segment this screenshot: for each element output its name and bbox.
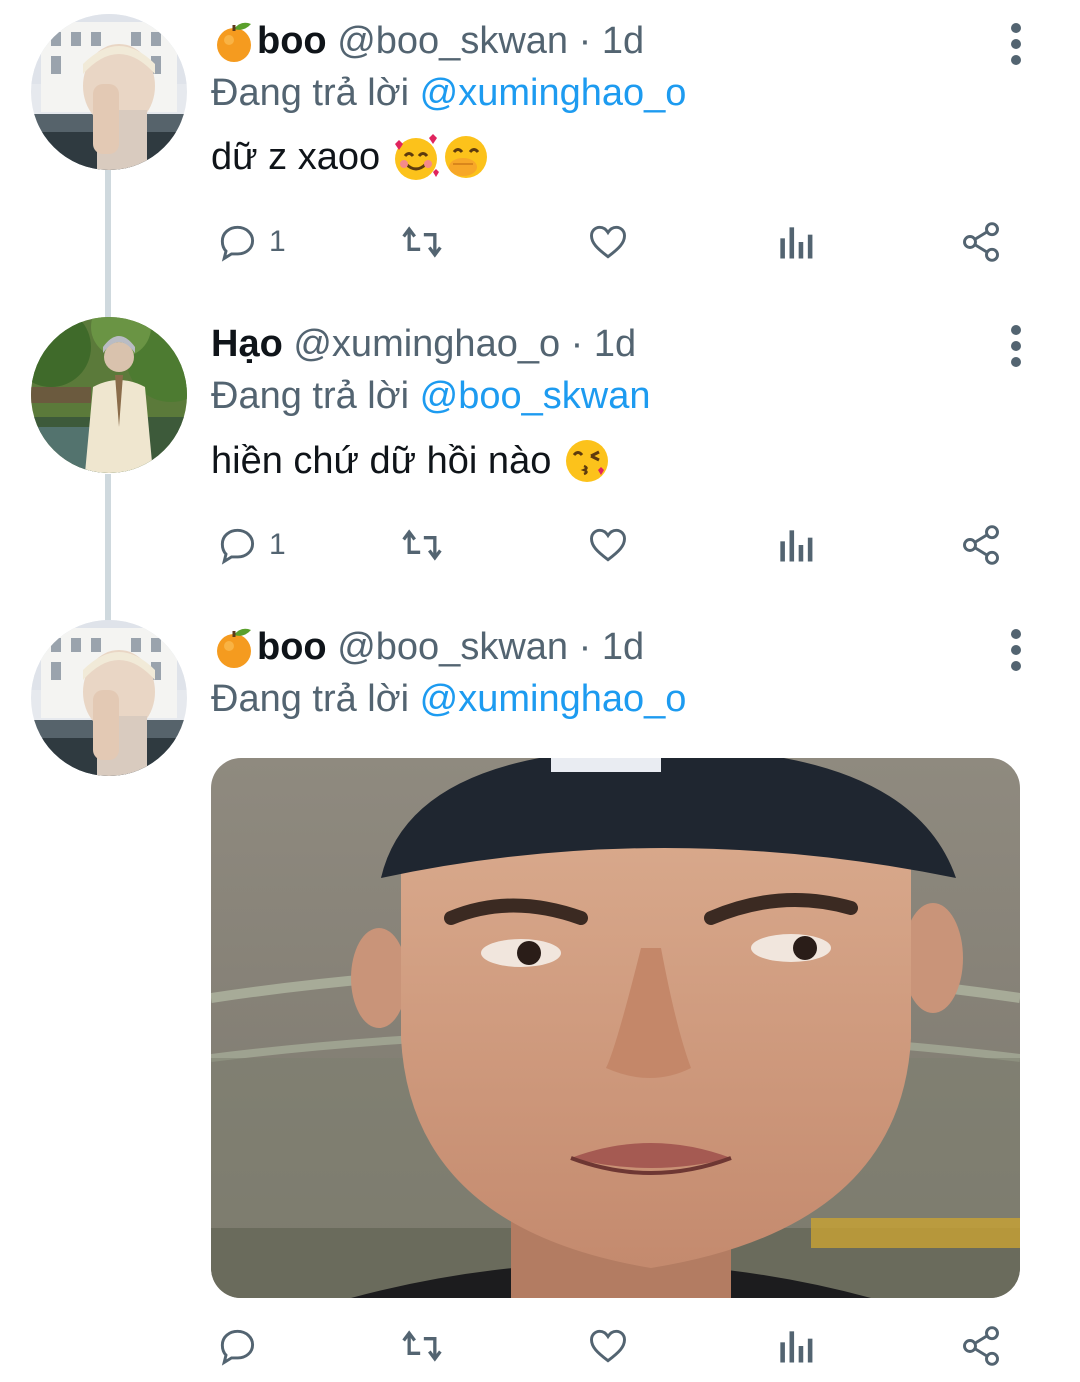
retweet-icon (402, 226, 442, 258)
smiling-face-with-hearts-emoji (391, 132, 441, 185)
replying-to: Đang trả lời @boo_skwan (211, 373, 651, 419)
tangerine-emoji (211, 18, 257, 67)
replying-to: Đang trả lời @xuminghao_o (211, 676, 686, 722)
tangerine-emoji (211, 624, 257, 673)
tweet[interactable]: Hạo @xuminghao_o · 1d Đang trả lời @boo_… (0, 300, 1080, 605)
tweet-header: boo @boo_skwan · 1d (211, 624, 644, 673)
tweet-text: dữ z xaoo (211, 132, 491, 185)
replying-to-mention[interactable]: @xuminghao_o (420, 72, 687, 114)
analytics-button[interactable] (775, 1316, 815, 1376)
heart-icon (590, 1329, 626, 1363)
display-name[interactable]: boo (257, 20, 327, 62)
share-button[interactable] (959, 515, 1003, 575)
user-handle[interactable]: @boo_skwan (337, 20, 568, 62)
tweet-actions (211, 1316, 1041, 1376)
timestamp[interactable]: 1d (594, 323, 636, 365)
user-handle[interactable]: @boo_skwan (337, 626, 568, 668)
like-button[interactable] (585, 212, 631, 272)
analytics-icon (780, 530, 813, 562)
retweet-icon (402, 529, 442, 561)
separator-dot: · (578, 20, 592, 62)
reply-icon (220, 225, 255, 262)
replying-to-prefix: Đang trả lời (211, 72, 410, 114)
share-button[interactable] (959, 212, 1003, 272)
avatar[interactable] (31, 620, 187, 776)
analytics-button[interactable] (775, 212, 815, 272)
more-vertical-icon[interactable] (996, 20, 1036, 68)
tweet[interactable]: boo @boo_skwan · 1d Đang trả lời @xuming… (0, 0, 1080, 300)
heart-icon (590, 225, 626, 259)
retweet-icon (402, 1330, 442, 1362)
like-button[interactable] (585, 515, 631, 575)
separator-dot: · (570, 323, 584, 365)
replying-to-prefix: Đang trả lời (211, 678, 410, 720)
more-vertical-icon[interactable] (996, 626, 1036, 674)
reply-button[interactable] (215, 1316, 269, 1376)
heart-icon (590, 528, 626, 562)
tweet[interactable]: boo @boo_skwan · 1d Đang trả lời @xuming… (0, 605, 1080, 1382)
retweet-button[interactable] (397, 515, 447, 575)
share-icon (963, 525, 999, 565)
reply-button[interactable]: 1 (215, 212, 286, 272)
reply-icon (220, 528, 255, 565)
user-handle[interactable]: @xuminghao_o (293, 323, 560, 365)
retweet-button[interactable] (397, 1316, 447, 1376)
tweet-header: Hạo @xuminghao_o · 1d (211, 321, 636, 367)
analytics-icon (780, 1331, 813, 1363)
tweet-actions: 1 (211, 515, 1041, 575)
like-button[interactable] (585, 1316, 631, 1376)
reply-icon (220, 1329, 255, 1366)
analytics-button[interactable] (775, 515, 815, 575)
tweet-text-content: hiền chứ dữ hồi nào (211, 440, 552, 482)
separator-dot: · (578, 626, 592, 668)
avatar[interactable] (31, 317, 187, 473)
retweet-button[interactable] (397, 212, 447, 272)
share-icon (963, 1326, 999, 1366)
avatar[interactable] (31, 14, 187, 170)
reply-count: 1 (269, 528, 286, 561)
tweet-text: hiền chứ dữ hồi nào (211, 436, 612, 489)
share-icon (963, 222, 999, 262)
replying-to-mention[interactable]: @boo_skwan (420, 375, 651, 417)
replying-to: Đang trả lời @xuminghao_o (211, 70, 686, 116)
reply-button[interactable]: 1 (215, 515, 286, 575)
tweet-actions: 1 (211, 212, 1041, 272)
timestamp[interactable]: 1d (602, 20, 644, 62)
face-blowing-kiss-emoji (562, 436, 612, 489)
face-with-hand-over-mouth-emoji (441, 132, 491, 185)
share-button[interactable] (959, 1316, 1003, 1376)
tweet-header: boo @boo_skwan · 1d (211, 18, 644, 67)
tweet-media-image[interactable] (211, 758, 1020, 1298)
replying-to-mention[interactable]: @xuminghao_o (420, 678, 687, 720)
analytics-icon (780, 227, 813, 259)
tweet-text-content: dữ z xaoo (211, 136, 381, 178)
replying-to-prefix: Đang trả lời (211, 375, 410, 417)
reply-count: 1 (269, 225, 286, 258)
more-vertical-icon[interactable] (996, 322, 1036, 370)
display-name[interactable]: boo (257, 626, 327, 668)
display-name[interactable]: Hạo (211, 323, 283, 365)
timestamp[interactable]: 1d (602, 626, 644, 668)
